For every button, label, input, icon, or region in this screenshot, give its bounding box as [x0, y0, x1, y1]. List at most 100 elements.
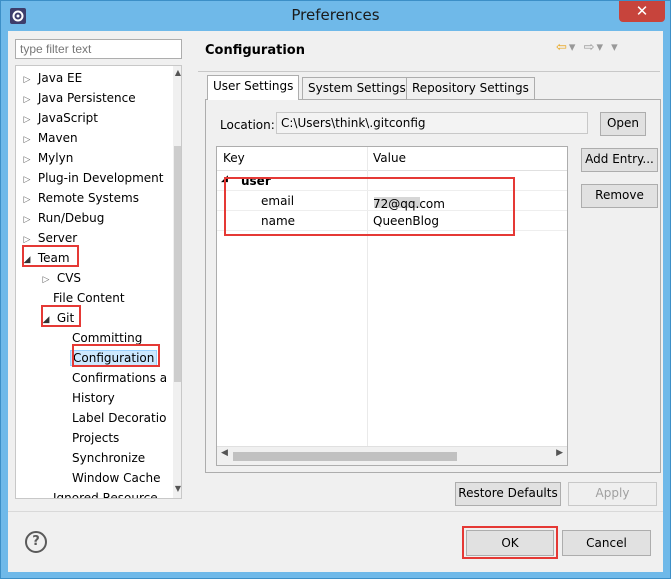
tree-item-server[interactable]: ▷ Server [20, 228, 78, 250]
scroll-right-icon[interactable]: ▶ [556, 448, 563, 458]
tree-item-git[interactable]: ◢ Git [39, 308, 75, 330]
section-label: user [241, 174, 271, 188]
tree-item-synchronize[interactable]: Synchronize [72, 448, 145, 468]
tree-item-run-debug[interactable]: ▷ Run/Debug [20, 208, 105, 230]
tree-item-label: Ignored Resource [53, 491, 158, 499]
close-button[interactable]: ✕ [619, 1, 665, 22]
tree-item-label: Plug-in Development [37, 171, 164, 185]
tree-item-history[interactable]: History [72, 388, 115, 408]
tab-user-settings[interactable]: User Settings [207, 75, 300, 100]
apply-button[interactable]: Apply [568, 482, 657, 506]
table-row[interactable]: email 172@qq.com [217, 191, 567, 211]
location-label: Location: [220, 118, 275, 132]
collapse-icon[interactable]: ◢ [39, 310, 53, 330]
scroll-thumb[interactable] [174, 146, 181, 382]
scroll-up-icon[interactable]: ▲ [173, 68, 181, 77]
tree-item-label: Synchronize [72, 451, 146, 465]
page-title: Configuration [205, 43, 305, 58]
preferences-window: Preferences ✕ ▷ Java EE ▷ Java Persisten… [0, 0, 671, 579]
tree-vertical-scrollbar[interactable]: ▲ ▼ [173, 66, 181, 498]
tab-repository-settings[interactable]: Repository Settings [406, 77, 535, 99]
tree-item-label: Java EE [37, 71, 83, 85]
tree-item-team[interactable]: ◢ Team [20, 248, 70, 268]
expand-icon[interactable]: ▷ [20, 210, 34, 230]
user-settings-panel: Location: C:\Users\think\.gitconfig Open… [205, 99, 661, 473]
tree-item-cvs[interactable]: ▷ CVS [39, 268, 82, 290]
row-key: name [261, 214, 296, 228]
remove-button[interactable]: Remove [581, 184, 658, 208]
view-menu-icon[interactable]: ▾ [611, 40, 620, 55]
tree-item-java-ee[interactable]: ▷ Java EE [20, 68, 83, 90]
tree-item-label: Maven [37, 131, 78, 145]
forward-menu-icon[interactable]: ▾ [596, 40, 605, 55]
expand-icon[interactable]: ▷ [20, 150, 34, 170]
expand-icon[interactable]: ▷ [20, 90, 34, 110]
tab-system-settings[interactable]: System Settings [302, 77, 412, 99]
ok-button[interactable]: OK [466, 530, 554, 556]
help-icon[interactable]: ? [25, 531, 47, 553]
expand-icon[interactable]: ▷ [39, 270, 53, 290]
tree-item-label: Committing [72, 331, 143, 345]
footer-separator [8, 511, 663, 512]
add-entry-button[interactable]: Add Entry... [581, 148, 658, 172]
expand-icon[interactable]: ▷ [20, 190, 34, 210]
filter-input[interactable] [15, 39, 182, 59]
row-key: email [261, 194, 295, 208]
title-bar[interactable]: Preferences ✕ [1, 1, 670, 31]
table-row-section[interactable]: ◢ user [217, 171, 567, 191]
expand-icon[interactable]: ▷ [20, 170, 34, 190]
scroll-down-icon[interactable]: ▼ [173, 484, 181, 493]
preferences-tree: ▷ Java EE ▷ Java Persistence ▷ JavaScrip… [15, 65, 182, 499]
expand-icon[interactable]: ▷ [20, 70, 34, 90]
tree-item-label: File Content [53, 291, 125, 305]
table-row[interactable]: name QueenBlog [217, 211, 567, 231]
tree-item-label: Java Persistence [37, 91, 136, 105]
column-header-value[interactable]: Value [373, 151, 406, 165]
tree-item-label: Server [37, 231, 78, 245]
tree-item-confirmations[interactable]: Confirmations a [72, 368, 167, 388]
window-title: Preferences [291, 6, 380, 24]
tree-item-label: Run/Debug [37, 211, 105, 225]
column-header-key[interactable]: Key [223, 151, 245, 165]
row-value: QueenBlog [373, 214, 439, 228]
config-table: Key Value ◢ user email 172@qq.com name Q… [216, 146, 568, 466]
history-nav: ⇦▾ ⇨▾ ▾ [556, 40, 620, 55]
tree-item-label: Team [37, 251, 70, 265]
tree-item-configuration[interactable]: Configuration [70, 348, 158, 368]
tree-item-label: Projects [72, 431, 120, 445]
open-button[interactable]: Open [600, 112, 646, 136]
tree-item-label: History [72, 391, 115, 405]
tree-item-committing[interactable]: Committing [72, 328, 142, 348]
tree-item-label-decorations[interactable]: Label Decoratio [72, 408, 166, 428]
restore-defaults-button[interactable]: Restore Defaults [455, 482, 561, 506]
table-header: Key Value [217, 147, 567, 171]
table-horizontal-scrollbar[interactable]: ◀ ▶ [217, 446, 567, 465]
tree-item-maven[interactable]: ▷ Maven [20, 128, 78, 148]
back-arrow-icon[interactable]: ⇦ [556, 40, 569, 55]
expand-icon[interactable]: ▷ [20, 130, 34, 150]
header-separator [198, 71, 660, 72]
collapse-icon[interactable]: ◢ [20, 250, 34, 270]
back-menu-icon[interactable]: ▾ [569, 40, 578, 55]
tree-item-label: Remote Systems [37, 191, 139, 205]
tree-item-label: Configuration [70, 350, 158, 366]
scroll-left-icon[interactable]: ◀ [221, 448, 228, 458]
expand-icon[interactable]: ▷ [20, 230, 34, 250]
tree-item-javascript[interactable]: ▷ JavaScript [20, 108, 98, 128]
expand-icon[interactable]: ▷ [20, 110, 34, 130]
tree-item-file-content[interactable]: File Content [53, 288, 125, 308]
tree-item-label: Confirmations a [72, 371, 168, 385]
location-field[interactable]: C:\Users\think\.gitconfig [276, 112, 588, 134]
tree-item-plugin-development[interactable]: ▷ Plug-in Development [20, 168, 164, 188]
tree-item-mylyn[interactable]: ▷ Mylyn [20, 148, 74, 170]
tree-item-remote-systems[interactable]: ▷ Remote Systems [20, 188, 139, 208]
value-suffix: 72@qq.com [373, 197, 445, 211]
tree-item-java-persistence[interactable]: ▷ Java Persistence [20, 88, 136, 108]
tree-item-window-cache[interactable]: Window Cache [72, 468, 160, 488]
cancel-button[interactable]: Cancel [562, 530, 651, 556]
collapse-icon[interactable]: ◢ [221, 174, 228, 184]
forward-arrow-icon[interactable]: ⇨ [584, 40, 597, 55]
scroll-thumb[interactable] [233, 452, 457, 461]
tree-item-projects[interactable]: Projects [72, 428, 119, 448]
tree-item-ignored-resources[interactable]: Ignored Resource [53, 488, 158, 499]
